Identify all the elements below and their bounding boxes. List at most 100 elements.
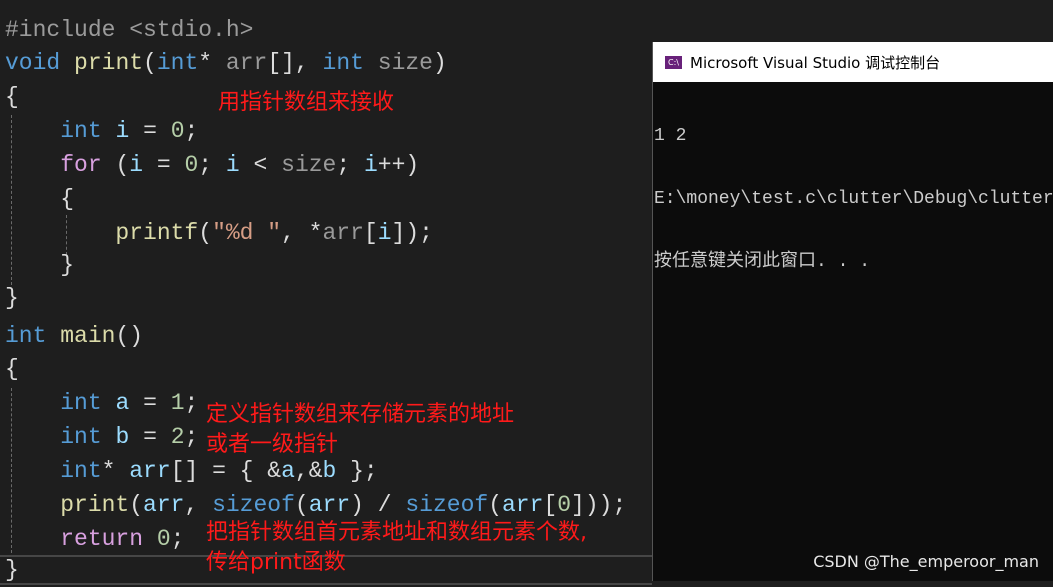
- code-token: 1: [170, 390, 185, 416]
- code-token: 2: [170, 424, 185, 450]
- code-token: ,&: [294, 458, 323, 484]
- code-token: b: [115, 424, 130, 450]
- code-token: [] = { &: [170, 458, 282, 484]
- code-token: [: [543, 492, 558, 518]
- annotation-receive: 用指针数组来接收: [218, 90, 395, 115]
- code-token: , *: [281, 220, 323, 246]
- code-token: i: [363, 152, 378, 178]
- code-token: 0: [156, 526, 171, 552]
- console-output: 1 2 E:\money\test.c\clutter\Debug\clutte…: [653, 82, 1053, 315]
- code-token: int: [5, 323, 47, 349]
- code-token: arr: [308, 492, 351, 518]
- code-line: }: [5, 553, 19, 587]
- console-title: Microsoft Visual Studio 调试控制台: [690, 53, 941, 72]
- code-token: =: [143, 152, 185, 178]
- code-line: print(arr, sizeof(arr) / sizeof(arr[0]))…: [5, 488, 626, 522]
- code-token: (): [115, 323, 144, 349]
- code-token: "%d ": [212, 220, 282, 246]
- code-token: };: [336, 458, 378, 484]
- code-token: main: [60, 323, 116, 349]
- code-line: #include <stdio.h>: [5, 13, 253, 47]
- code-token: sizeof: [405, 492, 489, 518]
- watermark: CSDN @The_emperoor_man: [813, 552, 1039, 571]
- code-token: int: [60, 424, 102, 450]
- code-token: return: [60, 526, 144, 552]
- console-title-bar[interactable]: C:\ Microsoft Visual Studio 调试控制台: [653, 42, 1053, 82]
- code-token: ;: [170, 526, 185, 552]
- code-token: *: [101, 458, 130, 484]
- code-token: [],: [267, 50, 323, 76]
- code-line: int i = 0;: [5, 114, 198, 148]
- code-line: int b = 2;: [5, 420, 198, 454]
- code-line: int a = 1;: [5, 386, 198, 420]
- code-token: 0: [557, 492, 572, 518]
- code-token: }: [5, 252, 75, 278]
- code-token: {: [5, 356, 19, 382]
- code-line: {: [5, 352, 19, 386]
- code-token: #include <stdio.h>: [5, 17, 254, 43]
- code-token: (: [143, 50, 157, 76]
- code-token: ,: [184, 492, 213, 518]
- code-token: arr: [502, 492, 544, 518]
- code-line: void print(int* arr[], int size): [5, 46, 447, 80]
- code-line: int main(): [5, 319, 143, 353]
- code-token: i: [115, 118, 130, 144]
- code-token: i: [225, 152, 240, 178]
- code-token: for: [60, 152, 102, 178]
- code-token: =: [129, 424, 171, 450]
- code-token: arr: [322, 220, 364, 246]
- code-line: return 0;: [5, 522, 184, 556]
- code-token: =: [129, 390, 171, 416]
- code-token: (: [101, 152, 130, 178]
- code-token: {: [5, 84, 19, 110]
- code-token: ;: [184, 424, 199, 450]
- code-token: int: [322, 50, 364, 76]
- debug-console-window[interactable]: C:\ Microsoft Visual Studio 调试控制台 1 2 E:…: [652, 42, 1053, 581]
- code-token: int: [60, 118, 102, 144]
- code-token: (: [129, 492, 144, 518]
- code-token: arr: [129, 458, 171, 484]
- annotation-define-2: 或者一级指针: [206, 432, 339, 457]
- code-line: {: [5, 182, 74, 216]
- code-token: print: [74, 50, 144, 76]
- code-line: printf("%d ", *arr[i]);: [5, 216, 433, 250]
- code-line: for (i = 0; i < size; i++): [5, 148, 419, 182]
- code-token: (: [488, 492, 502, 518]
- console-line: E:\money\test.c\clutter\Debug\clutter.: [654, 189, 1053, 209]
- code-token: print: [60, 492, 130, 518]
- code-line: {: [5, 80, 19, 114]
- console-line: 按任意键关闭此窗口. . .: [654, 252, 871, 272]
- code-token: (: [198, 220, 213, 246]
- code-token: {: [5, 186, 75, 212]
- code-token: printf: [115, 220, 199, 246]
- code-token: }: [5, 285, 19, 311]
- code-token: =: [129, 118, 171, 144]
- code-token: 0: [170, 118, 185, 144]
- code-token: size: [281, 152, 337, 178]
- code-token: arr: [143, 492, 185, 518]
- code-token: void: [5, 50, 61, 76]
- code-token: 0: [184, 152, 199, 178]
- visual-studio-console-icon: C:\: [665, 55, 682, 69]
- code-token: a: [115, 390, 130, 416]
- code-token: i: [129, 152, 144, 178]
- code-token: *: [198, 50, 226, 76]
- annotation-pass-1: 把指针数组首元素地址和数组元素个数,: [206, 520, 587, 545]
- code-token: ) /: [350, 492, 406, 518]
- code-token: int: [60, 458, 102, 484]
- code-token: int: [156, 50, 199, 76]
- console-line: 1 2: [654, 126, 687, 146]
- code-token: ;: [184, 118, 199, 144]
